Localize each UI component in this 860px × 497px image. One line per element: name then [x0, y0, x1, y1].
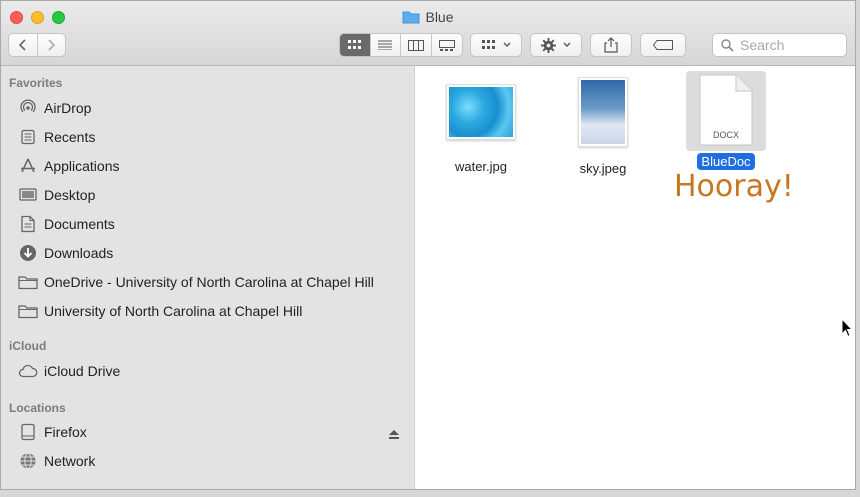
sidebar-item-label: OneDrive - University of North Carolina …: [44, 274, 374, 290]
hooray-annotation: Hooray!: [674, 169, 794, 204]
sidebar-item-label: iCloud Drive: [44, 363, 121, 379]
network-icon: [18, 451, 38, 471]
tags-button[interactable]: [640, 33, 686, 57]
file-item-water[interactable]: water.jpg: [438, 79, 524, 175]
folder-icon: [18, 272, 38, 292]
list-view-button[interactable]: [371, 34, 401, 56]
action-button[interactable]: [530, 33, 582, 57]
search-placeholder: Search: [740, 37, 785, 53]
sidebar-item-airdrop[interactable]: AirDrop: [18, 97, 91, 119]
sidebar-item-label: Desktop: [44, 187, 96, 203]
document-icon-highlight: DOCX: [686, 71, 766, 151]
search-icon: [721, 38, 734, 52]
sidebar: Favorites AirDrop Recents Applications D…: [1, 66, 415, 489]
chevron-left-icon: [18, 39, 26, 51]
icon-view-button[interactable]: [340, 34, 371, 56]
group-icon: [481, 40, 495, 49]
search-field[interactable]: Search: [712, 33, 847, 57]
column-view-icon: [407, 39, 424, 51]
forward-button[interactable]: [38, 34, 66, 56]
sidebar-item-network[interactable]: Network: [18, 450, 95, 472]
desktop-icon: [18, 185, 38, 205]
back-button[interactable]: [9, 34, 38, 56]
sidebar-item-documents[interactable]: Documents: [18, 213, 115, 235]
mouse-cursor-icon: [841, 317, 854, 343]
group-by-button[interactable]: [470, 33, 522, 57]
finder-window: Blue Search Favorites AirDrop Recents Ap…: [0, 0, 856, 490]
sidebar-item-firefox[interactable]: Firefox: [18, 421, 87, 443]
chevron-down-icon: [563, 42, 571, 47]
sidebar-item-recents[interactable]: Recents: [18, 126, 95, 148]
share-button[interactable]: [590, 33, 632, 57]
view-mode-group: [339, 33, 463, 57]
window-title: Blue: [1, 9, 855, 27]
sidebar-item-label: AirDrop: [44, 100, 92, 116]
file-name: BlueDoc: [697, 153, 755, 170]
column-view-button[interactable]: [401, 34, 432, 56]
sidebar-item-label: Firefox: [44, 424, 87, 440]
disk-icon: [18, 422, 38, 442]
image-thumbnail: [578, 77, 628, 147]
icon-view-icon: [347, 40, 361, 49]
chevron-down-icon: [503, 42, 510, 47]
sidebar-item-label: Network: [44, 453, 96, 469]
image-thumbnail: [446, 84, 516, 140]
sidebar-item-unc[interactable]: University of North Carolina at Chapel H…: [18, 300, 302, 322]
downloads-icon: [18, 243, 38, 263]
eject-icon[interactable]: [389, 426, 399, 444]
documents-icon: [18, 214, 38, 234]
gallery-view-icon: [438, 39, 455, 51]
cloud-icon: [18, 361, 38, 381]
back-forward-group: [8, 33, 66, 57]
chevron-right-icon: [48, 39, 56, 51]
sidebar-item-applications[interactable]: Applications: [18, 155, 120, 177]
sidebar-item-onedrive[interactable]: OneDrive - University of North Carolina …: [18, 271, 374, 293]
recents-icon: [18, 127, 38, 147]
sidebar-item-label: Applications: [44, 158, 120, 174]
sidebar-item-downloads[interactable]: Downloads: [18, 242, 113, 264]
toolbar: Blue Search: [1, 1, 855, 66]
sidebar-header-favorites: Favorites: [9, 76, 63, 90]
sidebar-item-desktop[interactable]: Desktop: [18, 184, 95, 206]
share-icon: [604, 37, 618, 53]
sidebar-item-label: Documents: [44, 216, 115, 232]
file-name: sky.jpeg: [579, 161, 627, 176]
sidebar-header-icloud: iCloud: [9, 339, 47, 353]
sidebar-item-icloud-drive[interactable]: iCloud Drive: [18, 360, 120, 382]
file-type-badge: DOCX: [712, 130, 739, 140]
airdrop-icon: [18, 98, 38, 118]
window-title-text: Blue: [425, 9, 454, 25]
file-item-bluedoc[interactable]: DOCX BlueDoc: [684, 71, 768, 170]
file-name: water.jpg: [454, 159, 508, 174]
sidebar-item-label: Downloads: [44, 245, 114, 261]
sidebar-item-label: Recents: [44, 129, 96, 145]
tag-icon: [653, 40, 673, 50]
file-item-sky[interactable]: sky.jpeg: [560, 73, 646, 177]
folder-icon: [402, 10, 420, 27]
gallery-view-button[interactable]: [432, 34, 462, 56]
list-view-icon: [378, 40, 393, 50]
sidebar-item-label: University of North Carolina at Chapel H…: [44, 303, 303, 319]
sidebar-header-locations: Locations: [9, 401, 66, 415]
gear-icon: [541, 37, 556, 53]
folder-icon: [18, 301, 38, 321]
applications-icon: [18, 156, 38, 176]
